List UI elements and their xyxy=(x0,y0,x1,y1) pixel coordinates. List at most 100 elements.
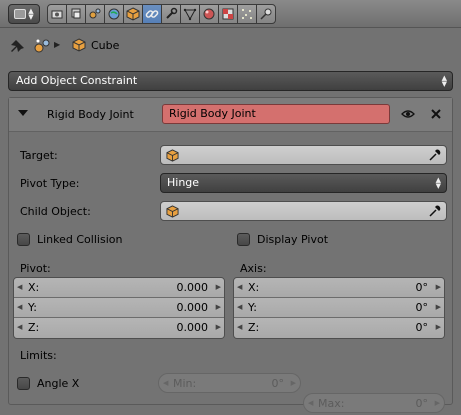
pivot-type-dropdown[interactable]: Hinge ▲ ▼ xyxy=(160,173,447,193)
constraint-name-field[interactable]: Rigid Body Joint xyxy=(162,104,390,124)
axis-y-label: Y: xyxy=(248,301,257,314)
angle-x-checkbox[interactable] xyxy=(17,377,30,390)
axis-x-value: 0° xyxy=(415,281,429,294)
pivot-y-label: Y: xyxy=(28,301,37,314)
updown-arrows-icon: ▲ ▼ xyxy=(441,74,447,88)
object-data-mesh-icon xyxy=(183,8,197,21)
context-tabs xyxy=(47,4,276,24)
close-icon[interactable] xyxy=(429,107,443,121)
tab-object[interactable] xyxy=(123,4,143,24)
limits-heading: Limits: xyxy=(20,349,57,362)
pivot-z-label: Z: xyxy=(28,321,40,334)
object-cube-icon xyxy=(72,38,86,52)
increment-arrow-icon[interactable]: ▶ xyxy=(436,283,441,291)
axis-heading: Axis: xyxy=(240,262,267,275)
increment-arrow-icon[interactable]: ▶ xyxy=(436,323,441,331)
pivot-type-value: Hinge xyxy=(167,176,200,189)
updown-arrows-icon: ▲ ▼ xyxy=(28,7,34,21)
pivot-type-label: Pivot Type: xyxy=(20,177,80,190)
increment-arrow-icon[interactable]: ▶ xyxy=(291,379,296,387)
constraint-panel xyxy=(8,97,453,405)
angle-x-max-field[interactable]: ◀ Max: 0° ▶ xyxy=(303,393,445,413)
child-object-label: Child Object: xyxy=(20,205,91,218)
editor-type-button[interactable]: ▲ ▼ xyxy=(8,4,40,24)
pivot-z-field[interactable]: ◀ Z: 0.000 ▶ xyxy=(14,318,224,338)
decrement-arrow-icon[interactable]: ◀ xyxy=(237,303,242,311)
world-icon xyxy=(108,8,120,20)
tab-object-data[interactable] xyxy=(180,4,200,24)
updown-arrows-icon: ▲ ▼ xyxy=(435,176,441,190)
pivot-y-field[interactable]: ◀ Y: 0.000 ▶ xyxy=(14,298,224,318)
pivot-y-value: 0.000 xyxy=(176,301,209,314)
pivot-z-value: 0.000 xyxy=(176,321,209,334)
decrement-arrow-icon[interactable]: ◀ xyxy=(17,323,22,331)
constraint-type-label: Rigid Body Joint xyxy=(47,108,134,121)
tab-modifiers[interactable] xyxy=(161,4,181,24)
decrement-arrow-icon[interactable]: ◀ xyxy=(237,323,242,331)
pivot-x-value: 0.000 xyxy=(176,281,209,294)
texture-icon xyxy=(222,8,234,20)
breadcrumb-arrow-icon: ▶ xyxy=(54,40,61,49)
collapse-triangle-icon[interactable] xyxy=(18,110,28,116)
tab-material[interactable] xyxy=(199,4,219,24)
axis-z-value: 0° xyxy=(415,321,429,334)
tab-particles[interactable] xyxy=(237,4,257,24)
axis-z-label: Z: xyxy=(248,321,260,334)
pivot-x-field[interactable]: ◀ X: 0.000 ▶ xyxy=(14,278,224,298)
constraint-icon xyxy=(145,10,159,18)
angle-x-max-value: 0° xyxy=(415,397,429,410)
display-pivot-checkbox[interactable] xyxy=(237,233,250,246)
pin-icon[interactable] xyxy=(10,38,26,54)
linked-collision-checkbox[interactable] xyxy=(17,233,30,246)
axis-x-label: X: xyxy=(248,281,260,294)
eyedropper-icon[interactable] xyxy=(428,148,442,162)
tab-texture[interactable] xyxy=(218,4,238,24)
display-pivot-label: Display Pivot xyxy=(257,233,329,246)
angle-x-min-label: Min: xyxy=(173,377,197,390)
object-cube-icon xyxy=(166,205,179,218)
axis-z-field[interactable]: ◀ Z: 0° ▶ xyxy=(234,318,444,338)
angle-x-min-value: 0° xyxy=(271,377,285,390)
pivot-heading: Pivot: xyxy=(20,262,51,275)
target-label: Target: xyxy=(20,149,58,162)
decrement-arrow-icon[interactable]: ◀ xyxy=(17,283,22,291)
object-icon xyxy=(126,7,140,21)
decrement-arrow-icon[interactable]: ◀ xyxy=(163,379,168,387)
axis-y-field[interactable]: ◀ Y: 0° ▶ xyxy=(234,298,444,318)
pivot-vector-field: ◀ X: 0.000 ▶ ◀ Y: 0.000 ▶ ◀ Z: 0.000 ▶ xyxy=(13,277,225,339)
breadcrumb-object-name: Cube xyxy=(91,39,120,52)
increment-arrow-icon[interactable]: ▶ xyxy=(436,303,441,311)
increment-arrow-icon[interactable]: ▶ xyxy=(216,323,221,331)
increment-arrow-icon[interactable]: ▶ xyxy=(216,283,221,291)
angle-x-label: Angle X xyxy=(37,377,80,390)
render-layers-icon xyxy=(71,8,81,19)
child-object-field[interactable] xyxy=(160,201,447,221)
tab-constraints[interactable] xyxy=(142,4,162,24)
eyedropper-icon[interactable] xyxy=(428,204,442,218)
tab-render-layers[interactable] xyxy=(66,4,86,24)
increment-arrow-icon[interactable]: ▶ xyxy=(216,303,221,311)
add-object-constraint-dropdown[interactable]: Add Object Constraint ▲ ▼ xyxy=(8,71,453,91)
axis-x-field[interactable]: ◀ X: 0° ▶ xyxy=(234,278,444,298)
tab-physics[interactable] xyxy=(256,4,276,24)
axis-vector-field: ◀ X: 0° ▶ ◀ Y: 0° ▶ ◀ Z: 0° ▶ xyxy=(233,277,445,339)
increment-arrow-icon[interactable]: ▶ xyxy=(435,399,440,407)
tab-world[interactable] xyxy=(104,4,124,24)
axis-y-value: 0° xyxy=(415,301,429,314)
decrement-arrow-icon[interactable]: ◀ xyxy=(237,283,242,291)
tab-render[interactable] xyxy=(47,4,67,24)
material-icon xyxy=(203,8,215,20)
decrement-arrow-icon[interactable]: ◀ xyxy=(308,399,313,407)
tab-scene[interactable] xyxy=(85,4,105,24)
pivot-x-label: X: xyxy=(28,281,40,294)
eye-icon[interactable] xyxy=(401,108,415,120)
angle-x-min-field[interactable]: ◀ Min: 0° ▶ xyxy=(158,373,301,393)
particles-icon xyxy=(242,9,252,19)
target-field[interactable] xyxy=(160,145,447,165)
render-icon xyxy=(51,10,63,19)
object-cube-icon xyxy=(166,149,179,162)
decrement-arrow-icon[interactable]: ◀ xyxy=(17,303,22,311)
scene-icon xyxy=(34,39,50,53)
modifier-wrench-icon xyxy=(166,7,178,19)
linked-collision-label: Linked Collision xyxy=(37,233,123,246)
